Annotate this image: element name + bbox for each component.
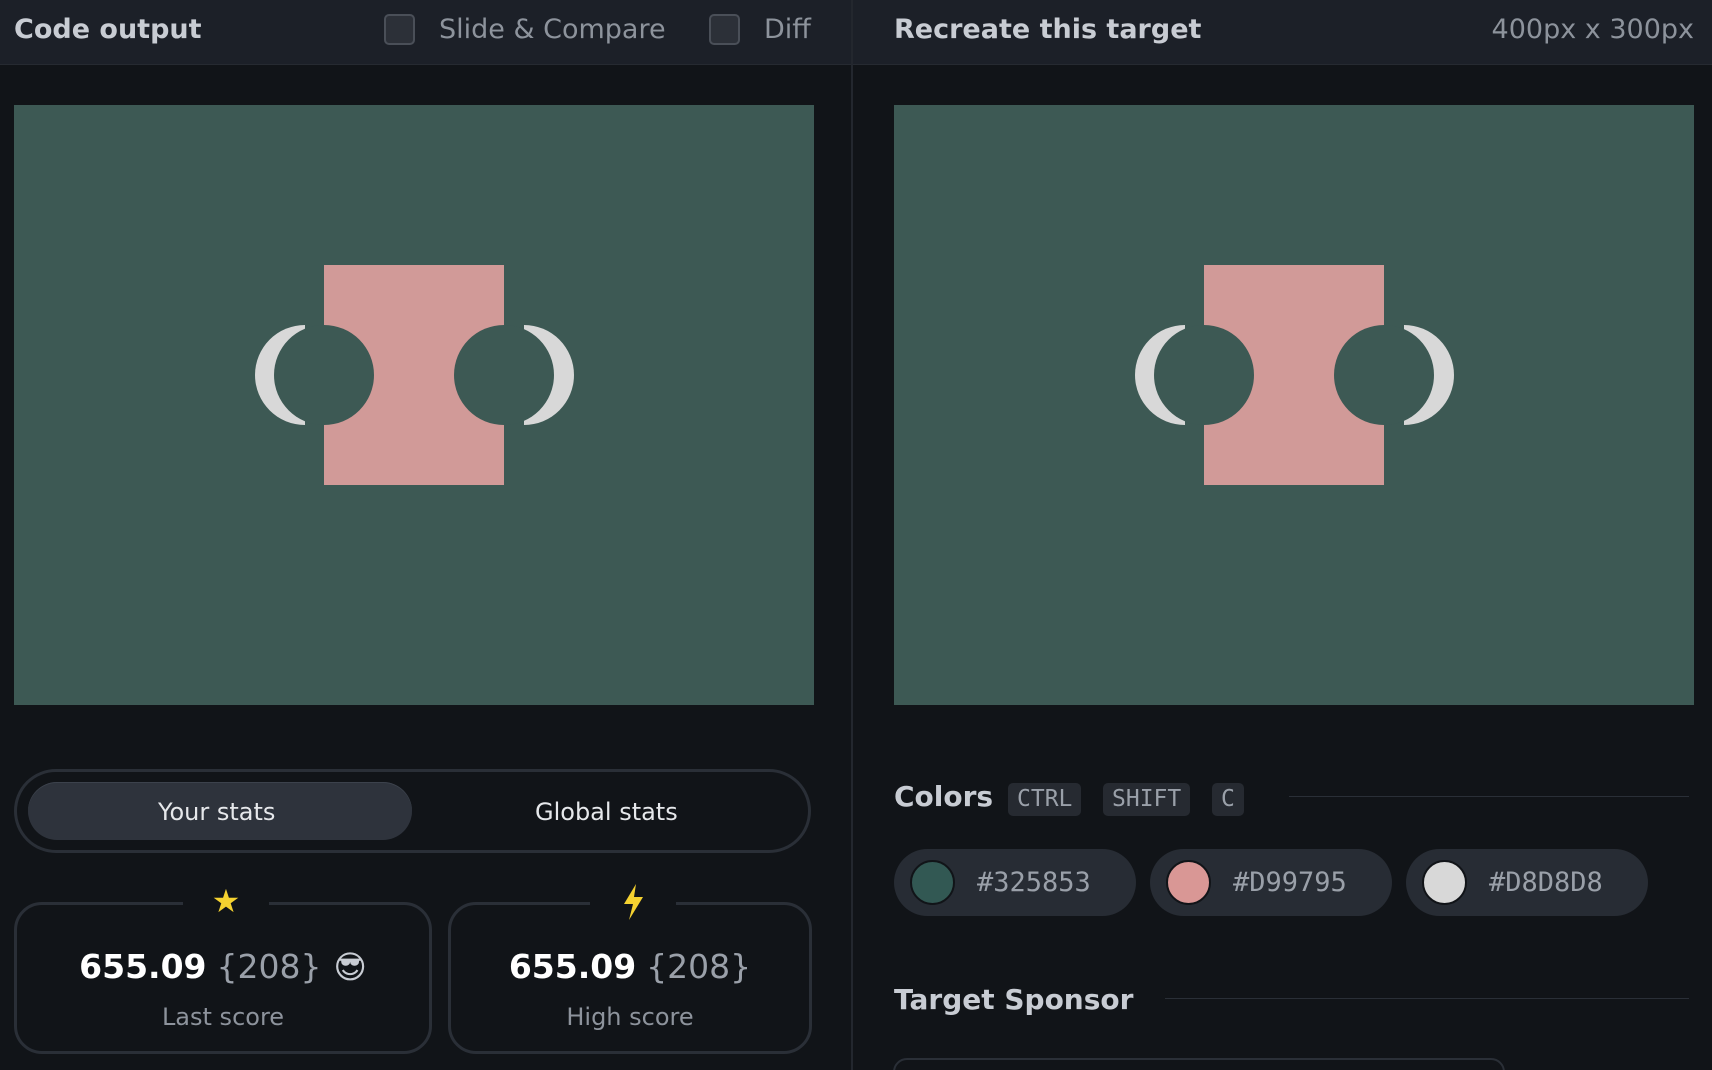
last-score-card: ★ 655.09 {208} 😎 Last score (14, 882, 432, 1054)
color-swatch-2[interactable]: #D99795 (1150, 849, 1392, 916)
last-score-line: 655.09 {208} 😎 (17, 947, 429, 986)
your-stats-label: Your stats (158, 798, 276, 826)
kbd-ctrl: CTRL (1008, 783, 1082, 816)
code-output-title: Code output (14, 14, 202, 45)
target-panel: Recreate this target 400px x 300px Color… (853, 0, 1712, 1070)
swatch-label-2: #D99795 (1233, 867, 1347, 898)
high-score-line: 655.09 {208} (451, 947, 809, 986)
slide-compare-toggle[interactable]: Slide & Compare (384, 14, 666, 45)
target-title: Recreate this target (894, 14, 1202, 45)
target-dimensions: 400px x 300px (1491, 14, 1694, 45)
stats-toggle: Your stats Global stats (14, 769, 811, 853)
colors-rule (1289, 796, 1689, 797)
diff-toggle[interactable]: Diff (709, 14, 811, 45)
high-score-caption: High score (566, 1003, 694, 1031)
sunglasses-emoji-icon: 😎 (333, 948, 367, 986)
code-output-header: Code output Slide & Compare Diff (0, 0, 852, 65)
kbd-c: C (1212, 783, 1244, 816)
color-swatch-1[interactable]: #325853 (894, 849, 1136, 916)
last-score-value: 655.09 (79, 947, 207, 986)
high-score-value: 655.09 (508, 947, 637, 986)
color-swatch-3[interactable]: #D8D8D8 (1406, 849, 1648, 916)
target-preview (894, 105, 1694, 705)
code-output-panel: Code output Slide & Compare Diff Your st… (0, 0, 852, 1070)
left-circle-cutout (1154, 325, 1254, 425)
last-score-caption: Last score (161, 1003, 285, 1031)
lightning-icon (590, 882, 676, 922)
swatch-label-3: #D8D8D8 (1489, 867, 1603, 898)
swatch-label-1: #325853 (977, 867, 1091, 898)
colors-title: Colors (894, 780, 994, 813)
star-icon: ★ (183, 882, 269, 922)
slide-compare-checkbox[interactable] (384, 14, 415, 45)
kbd-shift: SHIFT (1103, 783, 1191, 816)
sponsor-card[interactable] (893, 1058, 1505, 1070)
sponsor-title: Target Sponsor (894, 983, 1134, 1016)
diff-label: Diff (764, 14, 811, 45)
left-circle-cutout (274, 325, 374, 425)
swatch-dot-1 (910, 860, 955, 905)
swatch-dot-2 (1166, 860, 1211, 905)
sponsor-rule (1165, 998, 1689, 999)
high-score-count: {208} (646, 947, 752, 986)
last-score-count: {208} (216, 947, 322, 986)
right-circle-cutout (1334, 325, 1434, 425)
code-output-preview[interactable] (14, 105, 814, 705)
right-circle-cutout (454, 325, 554, 425)
diff-checkbox[interactable] (709, 14, 740, 45)
swatch-dot-3 (1422, 860, 1467, 905)
target-header: Recreate this target 400px x 300px (853, 0, 1712, 65)
high-score-card: 655.09 {208} High score (448, 882, 812, 1054)
slide-compare-label: Slide & Compare (439, 14, 666, 45)
tab-global-stats[interactable]: Global stats (535, 798, 678, 826)
